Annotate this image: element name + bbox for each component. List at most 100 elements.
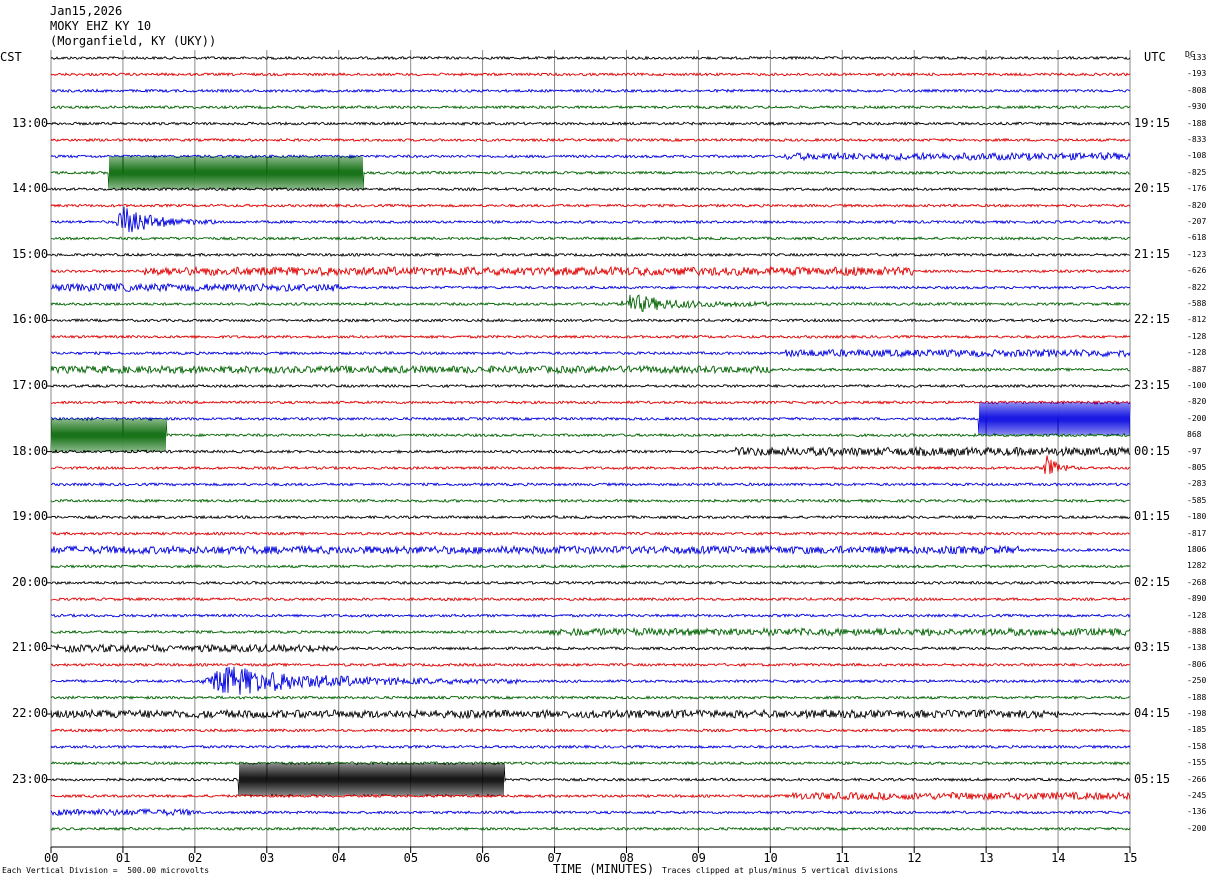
dc-offset-label: 1282 [1187,561,1207,571]
time-axis [47,123,1131,853]
right-hour-label: 22:15 [1134,312,1171,327]
trace-line-47 [50,826,1131,832]
trace-line-42 [50,744,1131,750]
x-tick-label-10: 10 [763,851,778,865]
x-tick-label-09: 09 [691,851,706,865]
right-hour-label: 05:15 [1134,771,1171,786]
trace-line-37 [50,662,1131,668]
dc-offset-label: -128 [1187,348,1207,358]
dc-offset-label: -245 [1187,791,1207,800]
x-tick-label-15: 15 [1123,851,1138,865]
x-tick-label-03: 03 [259,851,275,865]
trace-line-30 [50,544,1131,556]
x-tick-label-06: 06 [475,851,491,865]
dc-offset-label: -198 [1187,709,1207,718]
trace-line-4 [50,121,1131,127]
trace-line-13 [50,265,1131,278]
trace-line-0 [50,55,1131,61]
dc-offset-label: -188 [1187,118,1207,128]
trace-line-22 [50,402,1131,436]
x-tick-label-05: 05 [403,851,419,865]
dc-offset-label: -207 [1187,217,1207,226]
dc-offset-label: -888 [1187,627,1207,636]
dc-offset-label: -588 [1187,299,1207,308]
dc-offset-label: -185 [1187,725,1207,735]
dc-offset-label: -890 [1187,594,1207,604]
dc-offset-label: -100 [1187,381,1207,390]
trace-line-25 [50,455,1131,474]
dc-offset-label: 1806 [1187,545,1207,554]
trace-line-7 [50,156,1131,190]
trace-line-3 [50,104,1131,110]
dc-offset-label: -188 [1187,692,1207,702]
dc-offset-label: -820 [1187,397,1207,407]
dc-offset-label: -805 [1187,463,1207,472]
footer-scale-note: Each Vertical Division = 500.00 microvol… [2,866,210,875]
dc-offset-label: 868 [1187,430,1202,440]
dc-offset-label: -812 [1187,315,1207,325]
left-hour-label: 19:00 [12,509,49,524]
dc-offset-label: -930 [1187,102,1207,112]
trace-line-19 [50,364,1131,375]
trace-line-6 [50,151,1131,162]
right-hour-label: 02:15 [1134,574,1171,589]
trace-line-45 [50,791,1131,802]
trace-line-5 [50,137,1131,143]
dc-offset-label: -887 [1187,364,1207,374]
left-hour-label: 13:00 [12,115,49,130]
dc-offset-label: -193 [1187,69,1207,79]
dc-offset-label: -128 [1187,610,1207,620]
trace-line-40 [50,708,1131,720]
dc-offset-label: -825 [1187,167,1207,177]
x-tick-label-00: 00 [44,851,59,865]
trace-line-44 [50,763,1131,797]
dc-offset-label: -833 [1187,135,1207,144]
trace-line-14 [50,282,1131,293]
right-hour-label: 20:15 [1134,181,1171,196]
left-hour-label: 18:00 [12,443,49,458]
trace-line-43 [50,760,1131,766]
trace-line-1 [50,71,1131,77]
right-hour-label: 21:15 [1134,246,1171,261]
right-hour-label: 23:15 [1134,378,1171,392]
trace-line-21 [50,400,1131,405]
trace-line-35 [50,626,1131,638]
trace-line-28 [50,514,1131,520]
trace-line-12 [50,252,1131,258]
left-hour-label: 14:00 [12,181,49,196]
left-hour-label: 22:00 [12,706,49,720]
dc-offset-label: -266 [1187,774,1207,784]
dc-offset-label: -822 [1187,282,1207,292]
dc-offset-label: -123 [1187,249,1207,259]
right-hour-label: 03:15 [1134,640,1171,655]
left-hour-label: 20:00 [12,574,49,589]
x-tick-label-04: 04 [331,851,347,865]
left-hour-label: 16:00 [12,312,49,327]
dc-offset-label: -820 [1187,200,1207,210]
dc-offset-label: -808 [1187,85,1207,95]
x-tick-label-14: 14 [1051,851,1066,865]
trace-line-31 [50,564,1131,569]
left-hour-label: 15:00 [12,246,49,261]
dc-offset-label: -268 [1187,577,1207,587]
trace-line-10 [50,206,1131,233]
dc-offset-label: -138 [1187,643,1207,653]
dc-offset-label: -585 [1187,495,1207,505]
trace-line-17 [50,334,1131,340]
dc-offset-label: -283 [1187,479,1207,489]
dc-offset-label: -155 [1187,758,1207,768]
x-tick-label-11: 11 [835,851,850,865]
trace-line-18 [50,348,1131,359]
trace-line-33 [50,596,1131,602]
trace-line-24 [50,445,1131,458]
trace-line-29 [50,531,1131,537]
dc-offset-label: -806 [1187,659,1207,669]
left-hour-label: 23:00 [12,771,49,786]
right-hour-label: 19:15 [1134,115,1171,130]
trace-line-16 [50,317,1131,323]
right-hour-label: 01:15 [1134,509,1171,524]
dc-offset-label: -626 [1187,266,1207,276]
dc-offset-label: -200 [1187,823,1207,833]
dc-offset-label: -128 [1187,331,1207,341]
trace-line-32 [50,580,1131,586]
